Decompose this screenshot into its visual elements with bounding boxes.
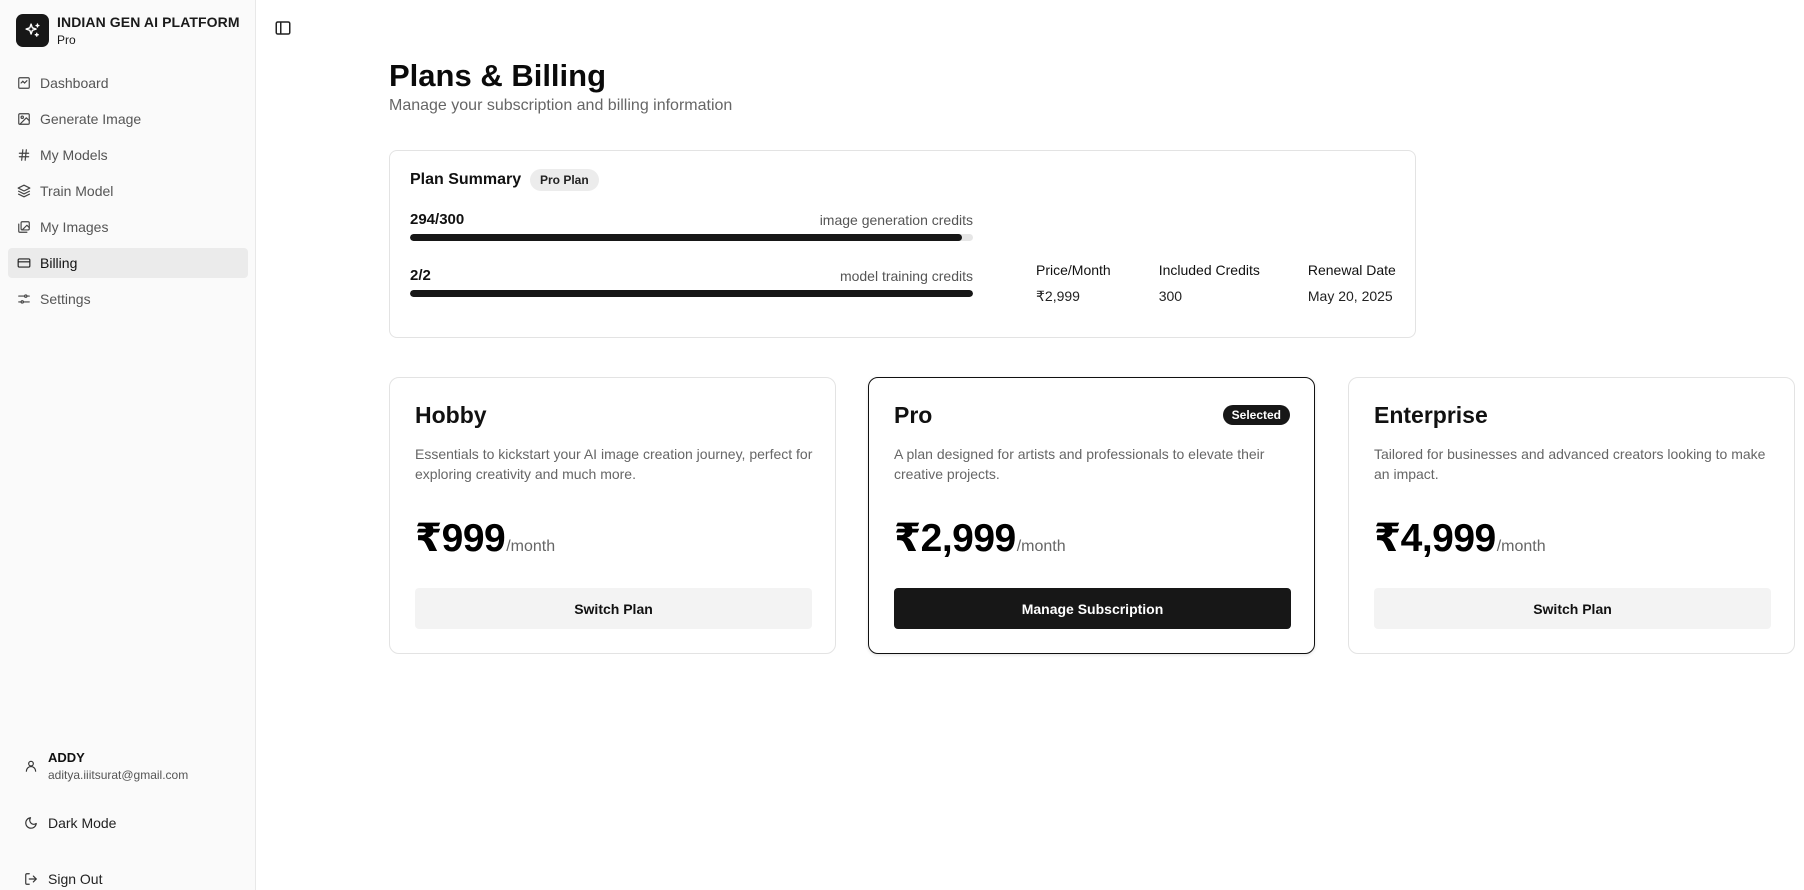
sign-out-button[interactable]: Sign Out — [24, 871, 102, 887]
plan-summary-title: Plan Summary — [410, 171, 522, 188]
stat-renewal-date: Renewal Date May 20, 2025 — [1308, 262, 1396, 305]
log-out-icon — [25, 873, 37, 885]
moon-icon — [25, 817, 37, 829]
manage-subscription-button[interactable]: Manage Subscription — [894, 588, 1291, 629]
page-subtitle: Manage your subscription and billing inf… — [389, 97, 733, 114]
user-icon — [25, 760, 37, 772]
switch-plan-button[interactable]: Switch Plan — [1374, 588, 1771, 629]
image-icon — [18, 113, 30, 125]
dark-mode-label: Dark Mode — [48, 815, 117, 831]
images-icon — [18, 221, 30, 233]
sidebar-item-label: Dashboard — [40, 75, 109, 91]
sign-out-label: Sign Out — [48, 871, 103, 887]
sidebar-nav: Dashboard Generate Image My Models Train… — [8, 68, 248, 320]
image-credits: 294/300 image generation credits — [410, 211, 973, 241]
user-name: ADDY — [48, 750, 85, 765]
stat-value: May 20, 2025 — [1307, 288, 1393, 304]
sidebar-item-my-models[interactable]: My Models — [8, 140, 248, 170]
stat-price-month: Price/Month ₹2,999 — [1036, 262, 1111, 305]
price-period: /month — [1496, 538, 1546, 555]
brand-plan: Pro — [57, 33, 76, 47]
plan-description: Tailored for businesses and advanced cre… — [1374, 446, 1766, 482]
dashboard-icon — [18, 77, 30, 89]
plan-name: Pro — [894, 402, 933, 428]
image-credits-progress-fill — [410, 234, 962, 241]
sidebar: INDIAN GEN AI PLATFORM Pro Dashboard Gen… — [0, 0, 256, 890]
sidebar-toggle-button[interactable] — [274, 19, 292, 37]
sidebar-item-label: My Models — [40, 147, 108, 163]
sidebar-item-label: My Images — [40, 219, 109, 235]
price-period: /month — [1016, 538, 1066, 555]
sidebar-item-label: Generate Image — [40, 111, 142, 127]
plan-description: A plan designed for artists and professi… — [894, 446, 1265, 482]
sidebar-item-billing[interactable]: Billing — [8, 248, 248, 278]
sliders-icon — [18, 294, 30, 304]
current-plan-badge: Pro Plan — [530, 169, 599, 191]
plan-summary-card: Plan Summary Pro Plan 294/300 image gene… — [389, 150, 1416, 338]
training-credits-count: 2/2 — [410, 267, 431, 284]
stat-included-credits: Included Credits 300 — [1159, 262, 1260, 305]
sidebar-item-label: Train Model — [40, 183, 114, 199]
price-amount: ₹999 — [415, 517, 506, 560]
user-profile[interactable]: ADDY aditya.iiitsurat@gmail.com — [24, 750, 188, 782]
plan-name: Hobby — [415, 402, 487, 428]
image-credits-label: image generation credits — [819, 212, 973, 228]
image-credits-count: 294/300 — [410, 211, 465, 228]
hash-icon — [18, 149, 30, 161]
stat-value: 300 — [1158, 288, 1183, 304]
dark-mode-button[interactable]: Dark Mode — [24, 815, 116, 831]
training-credits-progress-fill — [410, 290, 973, 297]
training-credits: 2/2 model training credits — [410, 267, 973, 297]
sidebar-item-label: Billing — [40, 255, 78, 271]
sidebar-item-dashboard[interactable]: Dashboard — [8, 68, 248, 98]
brand[interactable]: INDIAN GEN AI PLATFORM Pro — [16, 14, 240, 47]
switch-plan-button[interactable]: Switch Plan — [415, 588, 812, 629]
image-credits-progress — [410, 234, 973, 241]
brand-name: INDIAN GEN AI PLATFORM — [57, 14, 240, 30]
stat-label: Renewal Date — [1307, 262, 1396, 278]
plan-price: ₹2,999 /month — [894, 516, 1066, 561]
layers-icon — [17, 184, 31, 198]
training-credits-progress — [410, 290, 973, 297]
selected-badge: Selected — [1222, 405, 1290, 425]
plan-card-enterprise: Enterprise Tailored for businesses and a… — [1348, 377, 1795, 654]
plan-price: ₹999 /month — [415, 516, 555, 561]
stat-label: Included Credits — [1158, 262, 1260, 278]
sparkles-icon — [16, 14, 49, 47]
sidebar-item-label: Settings — [40, 291, 91, 307]
price-amount: ₹4,999 — [1374, 517, 1496, 560]
sidebar-item-my-images[interactable]: My Images — [8, 212, 248, 242]
plan-stats: Price/Month ₹2,999 Included Credits 300 … — [1036, 262, 1396, 305]
panel-left-icon — [275, 21, 291, 35]
stat-label: Price/Month — [1036, 262, 1111, 278]
credit-card-icon — [17, 258, 31, 268]
plan-name: Enterprise — [1374, 402, 1488, 428]
stat-value: ₹2,999 — [1036, 288, 1080, 304]
plan-card-pro: Pro Selected A plan designed for artists… — [868, 377, 1315, 654]
sidebar-item-generate-image[interactable]: Generate Image — [8, 104, 248, 134]
plan-card-hobby: Hobby Essentials to kickstart your AI im… — [389, 377, 836, 654]
price-period: /month — [506, 538, 556, 555]
sidebar-item-train-model[interactable]: Train Model — [8, 176, 248, 206]
price-amount: ₹2,999 — [894, 517, 1016, 560]
plan-price: ₹4,999 /month — [1374, 516, 1546, 561]
sidebar-item-settings[interactable]: Settings — [8, 284, 248, 314]
page-title: Plans & Billing — [389, 58, 607, 93]
user-email: aditya.iiitsurat@gmail.com — [48, 768, 189, 782]
plan-description: Essentials to kickstart your AI image cr… — [415, 446, 813, 482]
training-credits-label: model training credits — [839, 268, 973, 284]
